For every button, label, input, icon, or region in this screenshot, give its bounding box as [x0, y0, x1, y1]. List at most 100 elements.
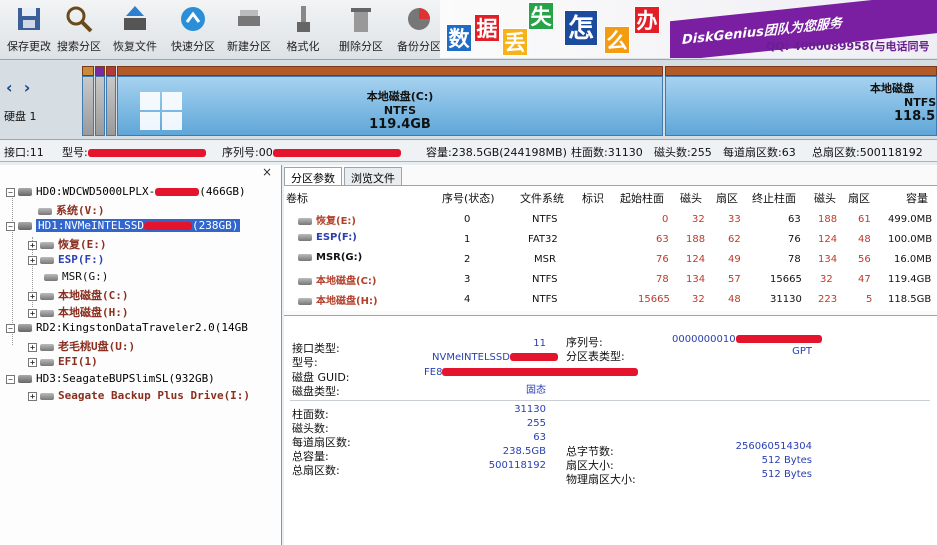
row-index: 3: [464, 274, 471, 285]
tree-disk-rd2[interactable]: − RD2:KingstonDataTraveler2.0(14GB: [6, 321, 248, 334]
partition-block-esp[interactable]: [95, 66, 105, 136]
row-start-sector: 33: [728, 214, 741, 225]
partition-block-recovery[interactable]: [82, 66, 94, 136]
recover-files-button[interactable]: 恢复文件: [106, 4, 164, 56]
tree-partition-g[interactable]: MSR(G:): [44, 270, 108, 283]
prev-disk-icon[interactable]: ‹: [6, 78, 13, 97]
usb-disk-icon: [18, 324, 32, 332]
tree-node-label-text: HD1:NVMeINTELSSD: [38, 219, 144, 232]
expand-icon[interactable]: +: [28, 241, 37, 250]
expand-icon[interactable]: +: [28, 358, 37, 367]
model-info: 型号:: [62, 144, 206, 160]
row-fs: NTFS: [532, 274, 558, 285]
collapse-icon[interactable]: −: [6, 188, 15, 197]
tab-partition-params[interactable]: 分区参数: [284, 167, 342, 186]
partition-h-size: 118.5: [894, 109, 936, 124]
tree-node-label: 本地磁盘(C:): [58, 289, 129, 302]
tree-node-label: HD0:WDCWD5000LPLX-: [36, 185, 156, 198]
row-start-sector: 49: [728, 254, 741, 265]
tree-node-label: ESP(F:): [58, 253, 105, 266]
partition-icon: [40, 392, 54, 400]
tree-node-label: 系统(V:): [56, 204, 105, 217]
row-end-sector: 56: [858, 254, 871, 265]
row-index: 2: [464, 254, 471, 265]
row-start-sector: 48: [728, 294, 741, 305]
tree-partition-f[interactable]: + ESP(F:): [28, 253, 104, 266]
row-end-sector: 47: [858, 274, 871, 285]
quick-partition-label: 快速分区: [171, 40, 215, 53]
disk-nav-arrows[interactable]: ‹ ›: [6, 78, 30, 97]
capacity-info: 容量:238.5GB(244198MB): [426, 146, 567, 159]
search-partition-label: 搜索分区: [57, 40, 101, 53]
tree-partition-c[interactable]: + 本地磁盘(C:): [28, 287, 129, 303]
new-partition-icon: [238, 10, 260, 26]
tree-partition-v[interactable]: 系统(V:): [38, 202, 105, 218]
col-header-end-sector: 扇区: [848, 192, 870, 205]
delete-partition-button[interactable]: 删除分区: [332, 4, 390, 56]
tree-partition-h[interactable]: + 本地磁盘(H:): [28, 304, 129, 320]
separator: [290, 400, 930, 401]
next-disk-icon[interactable]: ›: [24, 78, 31, 97]
redaction-mark: [735, 335, 822, 343]
tree-disk-hd3[interactable]: − HD3:SeagateBUPSlimSL(932GB): [6, 372, 215, 385]
new-partition-button[interactable]: 新建分区: [220, 4, 278, 56]
tree-partition-i[interactable]: + Seagate Backup Plus Drive(I:): [28, 389, 250, 402]
partition-icon: [44, 273, 58, 281]
windows-logo-icon: [140, 92, 184, 132]
detail-total-sectors-value: 500118192: [488, 460, 546, 471]
hard-disk-icon: [18, 375, 32, 383]
partition-h-fs: NTFS: [904, 96, 937, 109]
banner-char: 丢: [502, 28, 528, 56]
close-icon[interactable]: ×: [262, 165, 272, 179]
row-end-sector: 61: [858, 214, 871, 225]
tree-disk-hd0[interactable]: − HD0:WDCWD5000LPLX- (466GB): [6, 185, 246, 198]
collapse-icon[interactable]: −: [6, 222, 15, 231]
detail-disktype-value: 固态: [526, 385, 546, 396]
row-label: 本地磁盘(C:): [298, 272, 376, 287]
hard-disk-icon: [18, 188, 32, 196]
tree-node-label: HD1:NVMeINTELSSD (238GB): [36, 219, 241, 232]
row-end-sector: 5: [866, 294, 873, 305]
partition-block-msr[interactable]: [106, 66, 116, 136]
tree-node-label: 本地磁盘(H:): [58, 306, 129, 319]
model-info-label: 型号:: [62, 146, 88, 159]
expand-icon[interactable]: +: [28, 256, 37, 265]
expand-icon[interactable]: +: [28, 292, 37, 301]
expand-icon[interactable]: +: [28, 392, 37, 401]
row-start-head: 124: [686, 254, 706, 265]
toolbar: 保存更改 搜索分区 恢复文件 快速分区 新建分区 格式化 删除分区 备份分区 数…: [0, 0, 937, 60]
quick-partition-button[interactable]: 快速分区: [164, 4, 222, 56]
format-button[interactable]: 格式化: [274, 4, 332, 56]
tree-node-label: Seagate Backup Plus Drive(I:): [58, 389, 251, 402]
col-header-start-cyl: 起始柱面: [620, 192, 664, 205]
search-partition-button[interactable]: 搜索分区: [50, 4, 108, 56]
partition-c-name: 本地磁盘(C:): [366, 90, 434, 103]
col-header-index: 序号(状态): [442, 192, 495, 205]
detail-interface-value: 11: [533, 338, 546, 349]
ad-banner[interactable]: 数 据 丢 失 怎 么 办 DiskGenius团队为您服务 电话：400-00…: [440, 0, 937, 58]
collapse-icon[interactable]: −: [6, 375, 15, 384]
tree-disk-hd1[interactable]: − HD1:NVMeINTELSSD (238GB): [6, 219, 241, 232]
row-end-sector: 48: [858, 234, 871, 245]
row-label-text: 本地磁盘(H:): [316, 296, 378, 307]
spt-info: 每道扇区数:63: [723, 146, 796, 159]
collapse-icon[interactable]: −: [6, 324, 15, 333]
tab-browse-files[interactable]: 浏览文件: [344, 167, 402, 185]
tree-partition-efi[interactable]: + EFI(1): [28, 355, 98, 368]
partition-icon: [38, 207, 52, 215]
tree-node-size: (238GB): [191, 219, 239, 232]
serial-info: 序列号:00: [222, 144, 401, 160]
row-start-cyl: 15665: [638, 294, 670, 305]
expand-icon[interactable]: +: [28, 309, 37, 318]
tree-partition-u[interactable]: + 老毛桃U盘(U:): [28, 338, 135, 354]
expand-icon[interactable]: +: [28, 343, 37, 352]
partition-icon: [40, 241, 54, 249]
row-start-sector: 62: [728, 234, 741, 245]
detail-guid-value: FE8: [424, 367, 639, 378]
banner-char: 么: [604, 26, 630, 54]
row-index: 0: [464, 214, 471, 225]
delete-icon: [351, 8, 371, 32]
col-header-fs: 文件系统: [520, 192, 564, 205]
row-end-cyl: 15665: [770, 274, 802, 285]
tree-partition-e[interactable]: + 恢复(E:): [28, 236, 107, 252]
